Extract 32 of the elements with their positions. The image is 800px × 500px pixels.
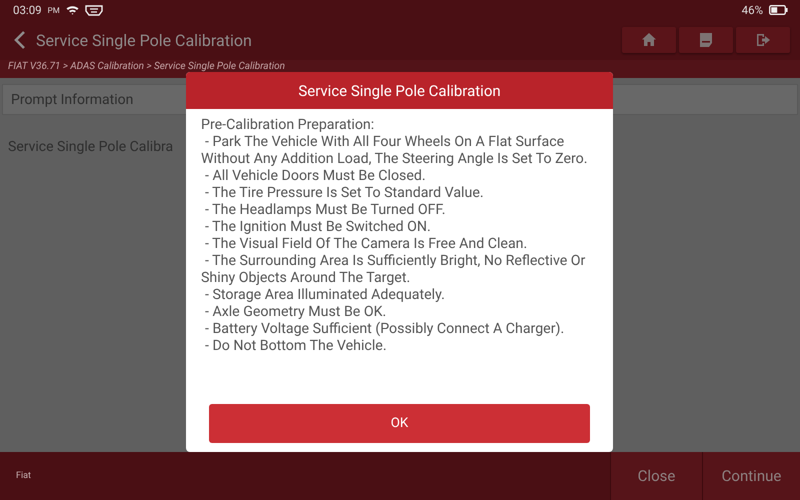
home-button[interactable] [622,27,676,53]
instruction-item: - The Surrounding Area Is Sufficiently Bright, No Reflective Or Shiny Objects Around The Target. [201,253,586,287]
report-icon [698,32,714,48]
continue-button[interactable]: Continue [702,452,800,500]
instruction-item: - Battery Voltage Sufficient (Possibly Connect A Charger). [204,321,566,338]
home-icon [641,32,657,48]
instruction-item: - The Headlamps Must Be Turned OFF. [204,202,446,219]
instruction-item: - Storage Area Illuminated Adequately. [204,287,446,304]
report-button[interactable] [679,27,733,53]
battery-level: 46% [742,3,763,17]
wifi-icon [66,5,79,15]
clock: 03:09 [13,3,42,17]
back-icon[interactable] [14,30,26,50]
page-title: Service Single Pole Calibration [36,30,253,50]
instruction-item: - Axle Geometry Must Be OK. [204,304,388,321]
close-button[interactable]: Close [610,452,702,500]
exit-button[interactable] [736,27,790,53]
exit-icon [755,32,771,48]
breadcrumb: FIAT V36.71 > ADAS Calibration > Service Single Pole Calibration [8,60,286,73]
vehicle-label: Fiat [15,470,32,483]
battery-icon [769,5,788,15]
instruction-item: - The Tire Pressure Is Set To Standard Value. [204,185,485,202]
instruction-item: - All Vehicle Doors Must Be Closed. [204,168,427,185]
dialog-title: Service Single Pole Calibration [186,72,613,109]
clock-period: PM [48,6,60,14]
instruction-item: - The Visual Field Of The Camera Is Free And Clean. [204,236,528,253]
instruction-item: - Do Not Bottom The Vehicle. [204,338,388,355]
dialog-heading: Pre-Calibration Preparation: [201,117,376,134]
ok-button[interactable]: OK [209,404,590,443]
connector-icon [84,4,103,16]
instruction-item: - The Ignition Must Be Switched ON. [204,219,432,236]
instruction-item: - Park The Vehicle With All Four Wheels On A Flat Surface Without Any Addition Load, The Steering Angle Is Set To Zero. [201,134,588,168]
